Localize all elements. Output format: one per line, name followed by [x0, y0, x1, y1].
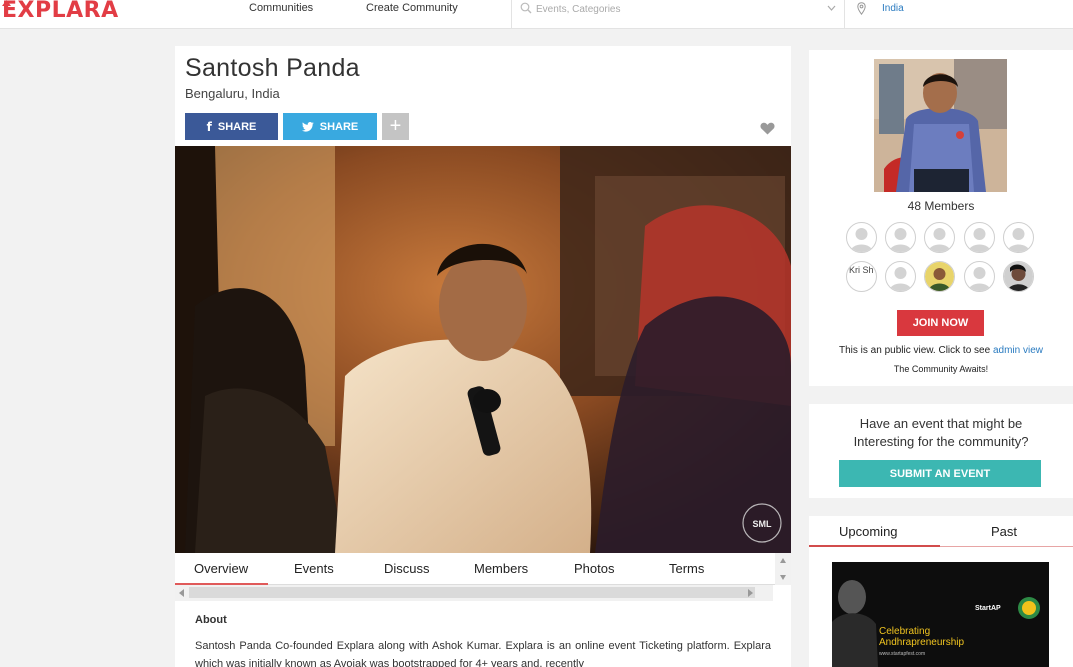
submit-event-prompt: Have an event that might be Interesting … — [809, 415, 1073, 451]
heart-icon[interactable] — [760, 122, 775, 135]
photo-watermark: SML — [753, 519, 773, 529]
search-box — [511, 0, 845, 29]
tabs-horizontal-scrollbar[interactable] — [175, 585, 773, 601]
admin-view-link[interactable]: admin view — [993, 345, 1043, 356]
nav-communities[interactable]: Communities — [249, 2, 313, 14]
explara-logo[interactable]: EXPLARA — [2, 0, 119, 23]
member-avatar[interactable] — [964, 222, 995, 253]
event-banner[interactable]: StartAP Celebrating Andhrapreneurship ww… — [832, 562, 1049, 667]
member-avatar[interactable] — [924, 261, 955, 292]
location-pin-icon — [857, 2, 866, 15]
organizer-photo[interactable] — [874, 59, 1007, 192]
about-text: Santosh Panda Co-founded Explara along w… — [195, 640, 771, 667]
public-view-text: This is an public view. Click to see — [839, 345, 991, 356]
scrollbar-thumb[interactable] — [189, 587, 755, 598]
join-now-button[interactable]: JOIN NOW — [897, 310, 984, 336]
member-avatar[interactable] — [964, 261, 995, 292]
active-tab-indicator — [809, 545, 940, 547]
facebook-share-button[interactable]: f SHARE — [185, 113, 278, 140]
tab-terms[interactable]: Terms — [669, 561, 704, 576]
location-value[interactable]: India — [882, 3, 904, 14]
user-placeholder-icon — [968, 228, 991, 252]
facebook-icon: f — [206, 119, 212, 134]
submit-event-button[interactable]: SUBMIT AN EVENT — [839, 460, 1041, 487]
about-heading: About — [195, 614, 227, 626]
scroll-right-icon[interactable] — [743, 585, 757, 601]
tab-past[interactable]: Past — [991, 524, 1017, 539]
banner-url: www.startapfest.com — [879, 651, 926, 657]
community-awaits-text: The Community Awaits! — [893, 364, 989, 374]
scroll-arrows-icon — [780, 558, 786, 580]
member-avatar-broken[interactable]: Kri Sh — [846, 261, 877, 292]
tab-events[interactable]: Events — [294, 561, 334, 576]
public-view-notice: This is an public view. Click to see adm… — [809, 345, 1073, 356]
event-banner-image — [832, 580, 1040, 667]
logo-text: EXPLARA — [2, 0, 119, 23]
members-count: 48 Members — [907, 199, 975, 213]
member-avatar[interactable] — [1003, 222, 1034, 253]
cover-photo: SML — [175, 146, 791, 553]
search-input[interactable] — [536, 0, 816, 18]
user-placeholder-icon — [889, 228, 912, 252]
banner-line-1: Celebrating — [879, 626, 931, 637]
member-avatar[interactable] — [1003, 261, 1034, 292]
broken-image-alt: Kri Sh — [849, 265, 874, 275]
nav-create-community[interactable]: Create Community — [366, 2, 458, 14]
user-placeholder-icon — [968, 267, 991, 291]
organizer-photo-image — [874, 59, 1007, 192]
tab-overview[interactable]: Overview — [194, 561, 248, 576]
tab-discuss[interactable]: Discuss — [384, 561, 430, 576]
member-avatar[interactable] — [924, 222, 955, 253]
member-photo-icon — [1004, 262, 1033, 291]
scroll-left-icon[interactable] — [175, 585, 189, 601]
member-avatar[interactable] — [846, 222, 877, 253]
page-title: Santosh Panda — [185, 54, 360, 82]
top-navbar: EXPLARA Communities Create Community Ind… — [0, 0, 1073, 29]
prompt-line-1: Have an event that might be — [859, 416, 1023, 431]
community-location: Bengaluru, India — [185, 86, 280, 101]
events-list-card: Upcoming Past StartAP Celebrating Andhra… — [809, 516, 1073, 667]
twitter-share-label: SHARE — [319, 120, 359, 133]
twitter-icon — [301, 121, 314, 132]
chevron-down-icon[interactable] — [827, 4, 836, 12]
organizer-card: 48 Members Kri Sh JOIN NOW This is an pu… — [809, 50, 1073, 386]
tabs-vertical-scrollbar[interactable] — [775, 553, 791, 585]
member-photo-icon — [925, 262, 954, 291]
location-selector[interactable]: India — [846, 0, 1073, 29]
banner-line-2: Andhrapreneurship — [879, 637, 965, 648]
facebook-share-label: SHARE — [217, 120, 257, 133]
user-placeholder-icon — [1007, 228, 1030, 252]
user-placeholder-icon — [928, 228, 951, 252]
member-avatar[interactable] — [885, 222, 916, 253]
user-placeholder-icon — [850, 228, 873, 252]
tab-photos[interactable]: Photos — [574, 561, 614, 576]
banner-title: Celebrating Andhrapreneurship — [879, 626, 964, 648]
banner-brand: StartAP — [975, 605, 1001, 612]
more-share-button[interactable]: + — [382, 113, 409, 140]
community-main-card: Santosh Panda Bengaluru, India f SHARE S… — [175, 46, 791, 667]
tab-upcoming[interactable]: Upcoming — [839, 524, 898, 539]
submit-event-card: Have an event that might be Interesting … — [809, 404, 1073, 498]
community-tabs: Overview Events Discuss Members Photos T… — [175, 553, 791, 585]
twitter-share-button[interactable]: SHARE — [283, 113, 377, 140]
tab-members[interactable]: Members — [474, 561, 528, 576]
user-placeholder-icon — [889, 267, 912, 291]
search-icon — [520, 2, 532, 14]
cover-photo-image: SML — [175, 146, 791, 553]
prompt-line-2: Interesting for the community? — [853, 434, 1029, 449]
member-avatar[interactable] — [885, 261, 916, 292]
